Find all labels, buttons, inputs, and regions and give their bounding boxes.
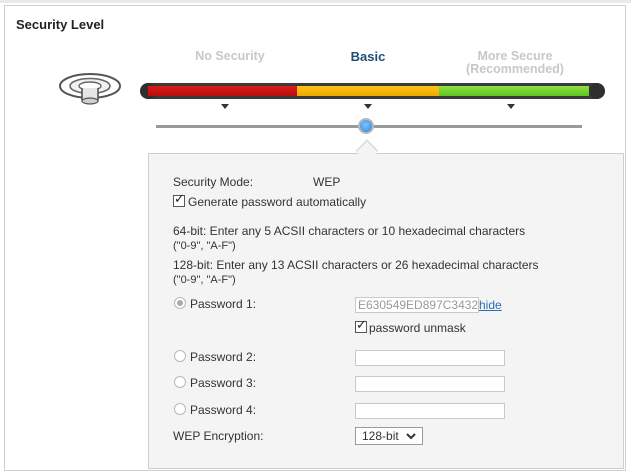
router-icon (59, 73, 121, 105)
section-title: Security Level (16, 17, 105, 32)
help-64-line2: ("0-9", "A-F") (173, 240, 236, 252)
help-64-line1: 64-bit: Enter any 5 ACSII characters or … (173, 224, 526, 238)
password-3-label: Password 3: (190, 376, 257, 390)
top-strip (0, 0, 631, 3)
level-label-basic[interactable]: Basic (318, 50, 418, 63)
bar-end-right (589, 83, 605, 99)
chevron-down-icon (406, 433, 416, 440)
bar-segment-basic (297, 86, 439, 96)
help-128-line2: ("0-9", "A-F") (173, 274, 236, 286)
level-marker-more-secure (507, 104, 515, 109)
help-128-line1: 128-bit: Enter any 13 ACSII characters o… (173, 258, 539, 272)
bar-segment-more-secure (439, 86, 589, 96)
level-marker-no-security (221, 104, 229, 109)
password-2-input[interactable] (355, 350, 505, 366)
level-label-more-secure[interactable]: More Secure (Recommended) (440, 50, 590, 76)
level-label-subtext: (Recommended) (466, 62, 564, 76)
wep-encryption-value: 128-bit (362, 429, 399, 443)
password-2-radio[interactable] (174, 350, 186, 362)
password-4-label: Password 4: (190, 403, 257, 417)
level-label-text: Basic (350, 49, 386, 64)
level-marker-basic (364, 104, 372, 109)
password-1-radio[interactable] (174, 297, 186, 309)
password-1-label: Password 1: (190, 297, 257, 311)
password-4-radio[interactable] (174, 403, 186, 415)
password-unmask-label: password unmask (369, 321, 466, 335)
checkmark-icon: ✓ (174, 191, 185, 206)
checkmark-icon: ✓ (356, 317, 367, 332)
password-3-radio[interactable] (174, 376, 186, 388)
security-level-bar (140, 83, 605, 99)
generate-password-label: Generate password automatically (188, 195, 367, 209)
password-4-input[interactable] (355, 403, 505, 419)
password-3-input[interactable] (355, 376, 505, 392)
generate-password-checkbox[interactable]: ✓ (173, 191, 185, 207)
security-mode-label: Security Mode: (173, 175, 254, 189)
wep-encryption-select[interactable]: 128-bit (355, 427, 423, 445)
password-2-label: Password 2: (190, 350, 257, 364)
level-label-no-security[interactable]: No Security (175, 50, 285, 63)
slider-knob[interactable] (358, 118, 374, 134)
hide-password-link[interactable]: hide (479, 298, 502, 312)
password-unmask-checkbox[interactable]: ✓ (355, 317, 367, 333)
bar-segment-no-security (148, 86, 297, 96)
password-1-input[interactable]: E630549ED897C3432D5 (355, 297, 479, 313)
level-label-text: No Security (195, 49, 265, 63)
wep-encryption-label: WEP Encryption: (173, 429, 264, 443)
security-mode-value: WEP (313, 175, 341, 189)
